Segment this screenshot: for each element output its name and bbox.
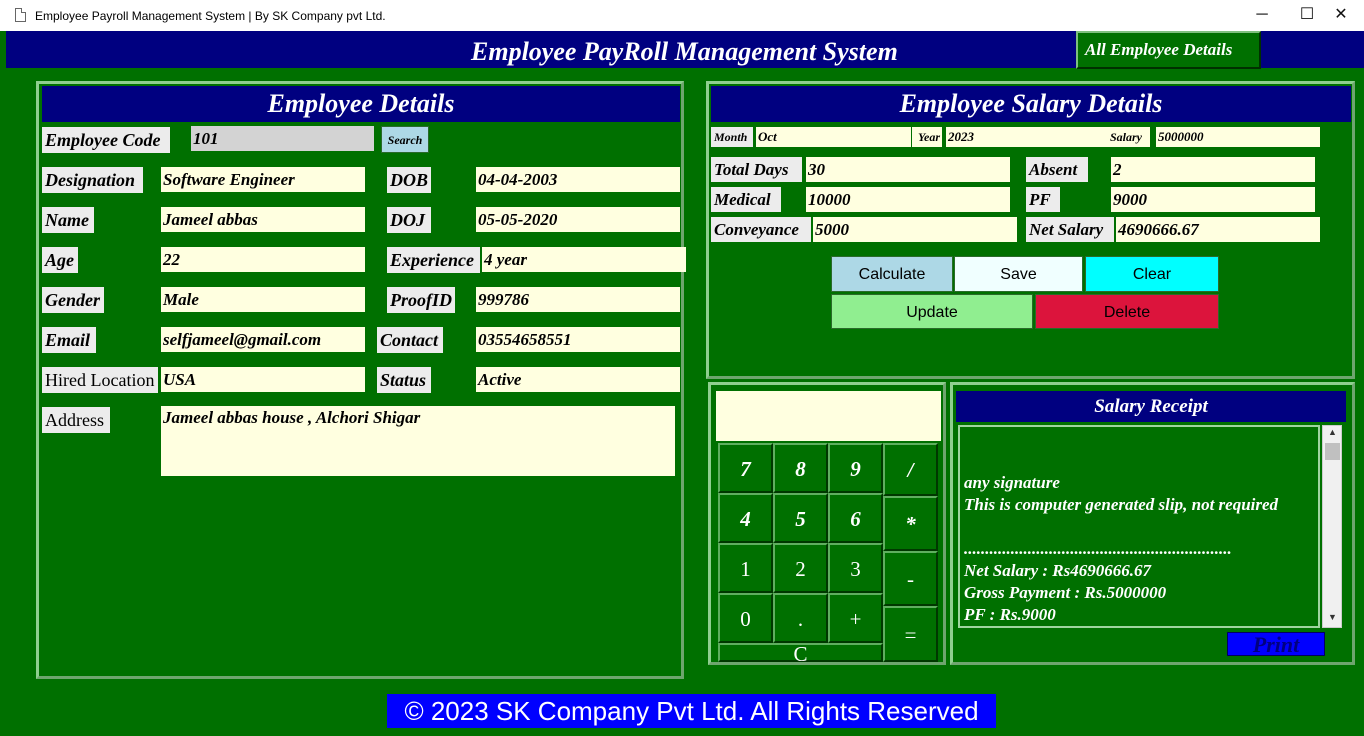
receipt-line: Net Salary : Rs4690666.67	[964, 561, 1151, 580]
calc-key-5[interactable]: 5	[773, 493, 828, 543]
save-button[interactable]: Save	[954, 256, 1083, 292]
receipt-divider: ........................................…	[964, 539, 1232, 558]
window-title-bar: Employee Payroll Management System | By …	[0, 0, 1364, 31]
email-label: Email	[42, 327, 96, 353]
salary-label: Salary	[1107, 127, 1150, 147]
calc-key-dot[interactable]: .	[773, 593, 828, 643]
footer-copyright: © 2023 SK Company Pvt Ltd. All Rights Re…	[387, 694, 996, 728]
receipt-line: This is computer generated slip, not req…	[964, 495, 1279, 514]
receipt-line: any signature	[964, 473, 1060, 492]
dob-input[interactable]: 04-04-2003	[476, 167, 680, 192]
app-title: Employee PayRoll Management System	[471, 37, 898, 66]
total-days-input[interactable]: 30	[806, 157, 1010, 182]
month-label: Month	[711, 127, 753, 147]
salary-receipt-title: Salary Receipt	[956, 391, 1346, 422]
salary-details-title: Employee Salary Details	[711, 86, 1351, 122]
total-days-label: Total Days	[711, 157, 802, 182]
minimize-button[interactable]: ─	[1239, 0, 1285, 31]
age-label: Age	[42, 247, 78, 273]
employee-code-label: Employee Code	[42, 127, 170, 153]
net-salary-label: Net Salary	[1026, 217, 1114, 242]
employee-details-title: Employee Details	[42, 86, 680, 122]
address-textarea[interactable]: Jameel abbas house , Alchori Shigar	[161, 406, 675, 476]
absent-label: Absent	[1026, 157, 1088, 182]
calc-key-8[interactable]: 8	[773, 443, 828, 493]
calc-key-2[interactable]: 2	[773, 543, 828, 593]
proofid-input[interactable]: 999786	[476, 287, 680, 312]
calc-key-add[interactable]: +	[828, 593, 883, 643]
calc-key-multiply[interactable]: *	[883, 496, 938, 551]
year-label: Year	[912, 127, 942, 147]
window-title: Employee Payroll Management System | By …	[35, 9, 386, 23]
app-document-icon	[15, 8, 26, 22]
month-input[interactable]: Oct	[756, 127, 911, 147]
calc-key-3[interactable]: 3	[828, 543, 883, 593]
calc-key-divide[interactable]: /	[883, 443, 938, 496]
calculate-button[interactable]: Calculate	[831, 256, 953, 292]
address-label: Address	[42, 407, 110, 433]
dob-label: DOB	[387, 167, 431, 193]
scroll-thumb[interactable]	[1325, 443, 1340, 460]
print-button[interactable]: Print	[1227, 632, 1325, 657]
experience-label: Experience	[387, 247, 480, 273]
calc-key-7[interactable]: 7	[718, 443, 773, 493]
employee-code-input[interactable]: 101	[191, 126, 374, 151]
scroll-up-arrow-icon[interactable]: ▲	[1325, 427, 1340, 441]
email-input[interactable]: selfjameel@gmail.com	[161, 327, 365, 352]
calc-key-equals[interactable]: =	[883, 606, 938, 662]
experience-input[interactable]: 4 year	[482, 247, 686, 272]
hired-location-label: Hired Location	[42, 367, 158, 393]
calc-key-1[interactable]: 1	[718, 543, 773, 593]
status-label: Status	[377, 367, 431, 393]
medical-label: Medical	[711, 187, 781, 212]
net-salary-input[interactable]: 4690666.67	[1116, 217, 1320, 242]
contact-label: Contact	[377, 327, 443, 353]
status-input[interactable]: Active	[476, 367, 680, 392]
name-label: Name	[42, 207, 94, 233]
name-input[interactable]: Jameel abbas	[161, 207, 365, 232]
designation-input[interactable]: Software Engineer	[161, 167, 365, 192]
clear-button[interactable]: Clear	[1085, 256, 1219, 292]
absent-input[interactable]: 2	[1111, 157, 1315, 182]
medical-input[interactable]: 10000	[806, 187, 1010, 212]
salary-receipt-text[interactable]: any signature This is computer generated…	[958, 425, 1320, 628]
scroll-down-arrow-icon[interactable]: ▼	[1325, 612, 1340, 626]
gender-input[interactable]: Male	[161, 287, 365, 312]
delete-button[interactable]: Delete	[1035, 294, 1219, 329]
update-button[interactable]: Update	[831, 294, 1033, 329]
doj-input[interactable]: 05-05-2020	[476, 207, 680, 232]
pf-label: PF	[1026, 187, 1060, 212]
all-employee-details-button[interactable]: All Employee Details	[1076, 31, 1261, 69]
calc-key-0[interactable]: 0	[718, 593, 773, 643]
conveyance-label: Conveyance	[711, 217, 811, 242]
proofid-label: ProofID	[387, 287, 455, 313]
age-input[interactable]: 22	[161, 247, 365, 272]
hired-location-input[interactable]: USA	[161, 367, 365, 392]
calc-key-9[interactable]: 9	[828, 443, 883, 493]
calc-key-subtract[interactable]: -	[883, 551, 938, 606]
conveyance-input[interactable]: 5000	[813, 217, 1017, 242]
receipt-line: Gross Payment : Rs.5000000	[964, 583, 1167, 602]
calc-key-clear[interactable]: C	[718, 643, 883, 665]
calculator-display[interactable]	[716, 391, 941, 441]
receipt-scrollbar[interactable]: ▲ ▼	[1322, 425, 1342, 628]
designation-label: Designation	[42, 167, 143, 193]
calc-key-6[interactable]: 6	[828, 493, 883, 543]
gender-label: Gender	[42, 287, 104, 313]
close-button[interactable]: ✕	[1318, 0, 1364, 31]
doj-label: DOJ	[387, 207, 431, 233]
salary-input[interactable]: 5000000	[1156, 127, 1320, 147]
search-button[interactable]: Search	[381, 126, 429, 153]
contact-input[interactable]: 03554658551	[476, 327, 680, 352]
calc-key-4[interactable]: 4	[718, 493, 773, 543]
receipt-line: PF : Rs.9000	[964, 605, 1056, 624]
pf-input[interactable]: 9000	[1111, 187, 1315, 212]
